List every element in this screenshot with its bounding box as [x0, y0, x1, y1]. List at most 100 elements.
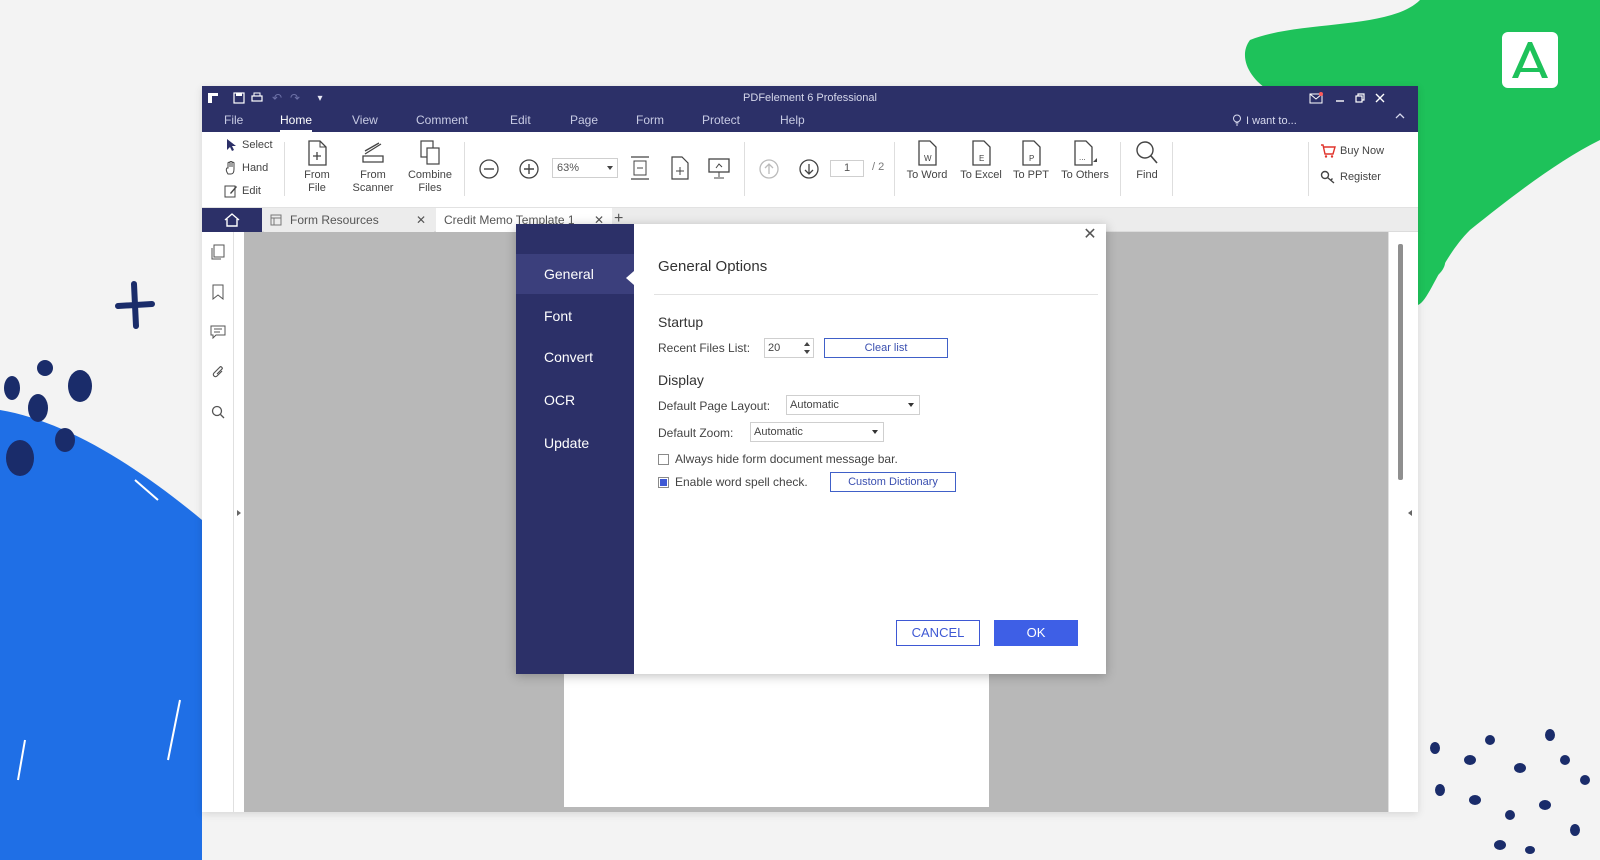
nav-general[interactable]: General	[516, 254, 634, 294]
register-button[interactable]: Register	[1320, 170, 1381, 184]
zoom-caret-icon	[607, 166, 613, 170]
expand-left-panel-icon[interactable]	[237, 510, 241, 516]
default-zoom-select[interactable]: Automatic	[750, 422, 884, 442]
collapse-ribbon-icon[interactable]	[1392, 112, 1408, 130]
nav-convert[interactable]: Convert	[516, 337, 634, 377]
menu-comment[interactable]: Comment	[416, 110, 468, 132]
page-layout-label: Default Page Layout:	[658, 399, 771, 413]
menu-bar: File Home View Comment Edit Page Form Pr…	[202, 110, 1418, 132]
from-scanner-label-1: From	[360, 169, 386, 181]
next-page-icon[interactable]	[798, 158, 820, 180]
tab-form-resources[interactable]: Form Resources ✕	[264, 208, 434, 232]
zoom-out-icon[interactable]	[478, 158, 500, 180]
nav-font[interactable]: Font	[516, 296, 634, 336]
spell-check-checkbox[interactable]	[658, 477, 669, 488]
menu-page[interactable]: Page	[570, 110, 598, 132]
expand-right-panel-icon[interactable]	[1408, 510, 1412, 516]
preferences-nav: General Font Convert OCR Update	[516, 224, 634, 674]
ribbon-separator	[284, 142, 285, 196]
hand-tool[interactable]: Hand	[224, 161, 268, 175]
search-panel-icon[interactable]	[210, 404, 226, 420]
from-file-label: From File	[304, 169, 330, 194]
increment-icon[interactable]	[804, 342, 810, 346]
ok-button[interactable]: OK	[994, 620, 1078, 646]
home-tab[interactable]	[202, 208, 262, 232]
chevron-down-icon	[872, 430, 878, 434]
decrement-icon[interactable]	[804, 350, 810, 354]
attachment-icon[interactable]	[210, 364, 226, 380]
app-logo-icon	[206, 89, 220, 107]
menu-view[interactable]: View	[352, 110, 378, 132]
preferences-dialog: General Font Convert OCR Update ✕ Genera…	[516, 224, 1106, 674]
document-page	[564, 667, 989, 807]
previous-page-icon[interactable]	[758, 158, 780, 180]
vertical-scrollbar[interactable]	[1398, 244, 1403, 480]
close-window-icon[interactable]	[1370, 86, 1390, 110]
page-layout-value: Automatic	[790, 399, 839, 411]
combine-files-button[interactable]: Combine Files	[404, 140, 456, 195]
cancel-button[interactable]: CANCEL	[896, 620, 980, 646]
minimize-icon[interactable]	[1330, 86, 1350, 110]
nav-ocr[interactable]: OCR	[516, 380, 634, 420]
from-scanner-label-2: Scanner	[352, 182, 394, 194]
zoom-select[interactable]: 63%	[552, 158, 618, 178]
menu-protect[interactable]: Protect	[702, 110, 740, 132]
hand-icon	[225, 161, 235, 175]
page-number-input[interactable]: 1	[830, 160, 864, 177]
menu-edit[interactable]: Edit	[510, 110, 531, 132]
to-others-button[interactable]: ... To Others	[1058, 140, 1112, 182]
buy-now-button[interactable]: Buy Now	[1320, 144, 1384, 158]
custom-dictionary-button[interactable]: Custom Dictionary	[830, 472, 956, 492]
cart-icon	[1321, 144, 1336, 158]
to-word-label: To Word	[906, 169, 948, 181]
menu-file[interactable]: File	[224, 110, 243, 132]
close-tab-icon[interactable]: ✕	[416, 213, 426, 227]
default-zoom-value: Automatic	[754, 426, 803, 438]
cursor-icon	[227, 139, 236, 151]
undo-icon[interactable]: ↶	[270, 89, 284, 107]
mail-icon[interactable]	[1306, 86, 1326, 110]
customize-toolbar-icon[interactable]: ▾	[314, 89, 326, 107]
slideshow-icon[interactable]	[706, 154, 732, 182]
hide-message-bar-checkbox[interactable]	[658, 454, 669, 465]
save-icon[interactable]	[232, 89, 246, 107]
page-layout-select[interactable]: Automatic	[786, 395, 920, 415]
page-total: / 2	[872, 161, 885, 173]
find-button[interactable]: Find	[1128, 140, 1166, 182]
to-word-button[interactable]: W To Word	[902, 140, 952, 182]
clear-list-button[interactable]: Clear list	[824, 338, 948, 358]
spell-check-label: Enable word spell check.	[675, 475, 808, 489]
other-file-icon: ...	[1074, 140, 1097, 166]
svg-text:E: E	[979, 154, 984, 163]
restore-icon[interactable]	[1350, 86, 1370, 110]
print-icon[interactable]	[250, 89, 264, 107]
redo-icon[interactable]: ↷	[288, 89, 302, 107]
ribbon-separator	[1172, 142, 1173, 196]
recent-files-stepper[interactable]: 20	[764, 338, 814, 358]
form-icon	[270, 214, 282, 226]
new-file-icon	[308, 140, 327, 166]
thumbnails-icon[interactable]	[210, 244, 226, 260]
menu-home[interactable]: Home	[280, 110, 313, 132]
comment-icon[interactable]	[210, 324, 226, 340]
display-heading: Display	[658, 372, 704, 388]
edit-tool[interactable]: Edit	[224, 184, 261, 198]
fit-page-icon[interactable]	[668, 154, 692, 182]
i-want-to-search[interactable]: I want to...	[1232, 110, 1297, 132]
to-ppt-button[interactable]: P To PPT	[1008, 140, 1054, 182]
zoom-in-icon[interactable]	[518, 158, 540, 180]
app-title: PDFelement 6 Professional	[743, 92, 877, 104]
bookmark-icon[interactable]	[210, 284, 226, 300]
buy-now-label: Buy Now	[1340, 145, 1385, 157]
nav-update[interactable]: Update	[516, 423, 634, 463]
from-file-button[interactable]: From File	[294, 140, 340, 195]
from-scanner-button[interactable]: From Scanner	[348, 140, 398, 195]
fit-width-icon[interactable]	[628, 154, 652, 182]
to-excel-button[interactable]: E To Excel	[956, 140, 1006, 182]
close-dialog-icon[interactable]: ✕	[1081, 226, 1099, 244]
select-tool[interactable]: Select	[224, 138, 273, 152]
search-icon	[1136, 141, 1158, 164]
menu-help[interactable]: Help	[780, 110, 805, 132]
menu-form[interactable]: Form	[636, 110, 664, 132]
to-ppt-label: To PPT	[1012, 169, 1050, 181]
